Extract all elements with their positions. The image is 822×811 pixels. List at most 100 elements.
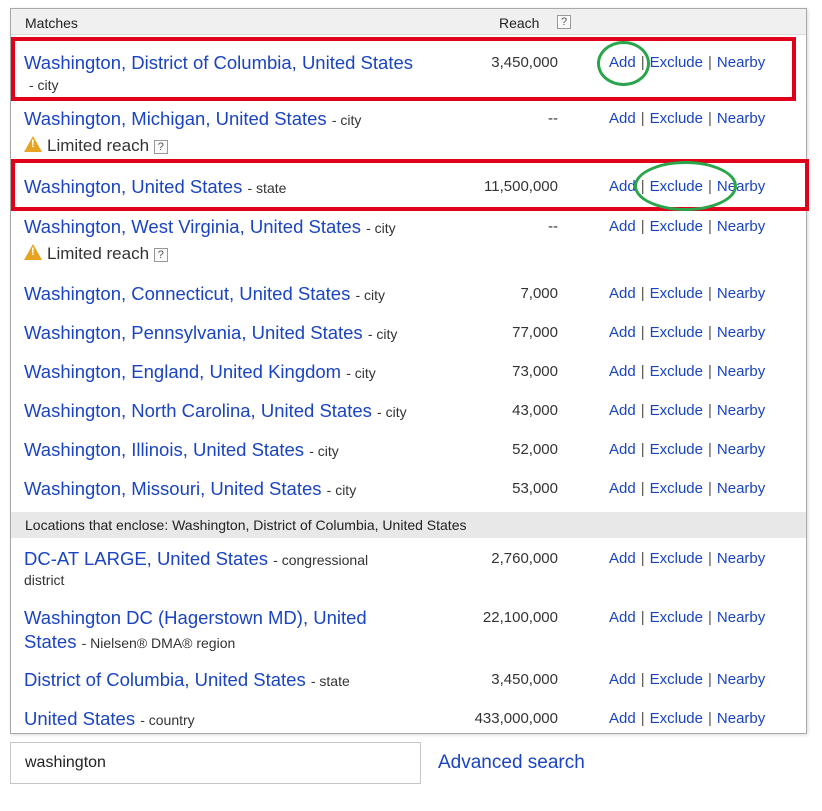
action-separator: | xyxy=(707,480,712,497)
location-link[interactable]: DC-AT LARGE, United States - congression… xyxy=(24,547,464,572)
exclude-link[interactable]: Exclude xyxy=(650,710,703,727)
location-name[interactable]: Washington, Connecticut, United States xyxy=(24,283,350,304)
limited-reach-help-icon[interactable]: ? xyxy=(153,139,168,154)
add-link[interactable]: Add xyxy=(609,480,636,497)
highlight-box-dc-city xyxy=(11,37,796,101)
enclosing-row: Washington DC (Hagerstown MD), United St… xyxy=(11,606,806,660)
location-link[interactable]: Washington, Connecticut, United States -… xyxy=(24,282,464,307)
row-actions: Add | Exclude | Nearby xyxy=(609,671,765,688)
row-actions: Add | Exclude | Nearby xyxy=(609,441,765,458)
match-row: Washington, Missouri, United States - ci… xyxy=(11,477,806,511)
nearby-link[interactable]: Nearby xyxy=(717,480,765,497)
action-separator: | xyxy=(707,441,712,458)
location-matches-panel: Matches Reach ? Washington, District of … xyxy=(10,8,807,734)
location-link[interactable]: Washington, Missouri, United States - ci… xyxy=(24,477,464,502)
nearby-link[interactable]: Nearby xyxy=(717,671,765,688)
location-name[interactable]: Washington, England, United Kingdom xyxy=(24,361,341,382)
add-link[interactable]: Add xyxy=(609,363,636,380)
add-link[interactable]: Add xyxy=(609,671,636,688)
add-link[interactable]: Add xyxy=(609,550,636,567)
add-link[interactable]: Add xyxy=(609,441,636,458)
reach-value: 2,760,000 xyxy=(491,550,558,567)
location-link[interactable]: Washington, Michigan, United States - ci… xyxy=(24,107,464,132)
add-link[interactable]: Add xyxy=(609,218,636,235)
row-actions: Add | Exclude | Nearby xyxy=(609,324,765,341)
enclosing-row: United States - country 433,000,000 Add |… xyxy=(11,707,806,733)
nearby-link[interactable]: Nearby xyxy=(717,609,765,626)
action-separator: | xyxy=(707,671,712,688)
nearby-link[interactable]: Nearby xyxy=(717,110,765,127)
exclude-link[interactable]: Exclude xyxy=(650,480,703,497)
location-name[interactable]: United States xyxy=(24,708,135,729)
action-separator: | xyxy=(640,550,645,567)
nearby-link[interactable]: Nearby xyxy=(717,710,765,727)
location-link[interactable]: Washington, North Carolina, United State… xyxy=(24,399,464,424)
nearby-link[interactable]: Nearby xyxy=(717,550,765,567)
advanced-search-link[interactable]: Advanced search xyxy=(438,752,585,774)
exclude-link[interactable]: Exclude xyxy=(650,218,703,235)
location-link[interactable]: Washington, Pennsylvania, United States … xyxy=(24,321,464,346)
add-link[interactable]: Add xyxy=(609,324,636,341)
add-link[interactable]: Add xyxy=(609,402,636,419)
exclude-link[interactable]: Exclude xyxy=(650,441,703,458)
limited-reach-label: Limited reach xyxy=(47,136,150,155)
add-link[interactable]: Add xyxy=(609,609,636,626)
exclude-link[interactable]: Exclude xyxy=(650,402,703,419)
action-separator: | xyxy=(707,324,712,341)
location-link[interactable]: Washington, West Virginia, United States… xyxy=(24,215,464,240)
location-type: - Nielsen® DMA® region xyxy=(81,635,236,651)
location-name[interactable]: Washington, Pennsylvania, United States xyxy=(24,322,363,343)
nearby-link[interactable]: Nearby xyxy=(717,324,765,341)
row-actions: Add | Exclude | Nearby xyxy=(609,218,765,235)
location-link[interactable]: Washington DC (Hagerstown MD), United St… xyxy=(24,606,464,655)
action-separator: | xyxy=(707,363,712,380)
limited-reach-note: Limited reach ? xyxy=(24,136,168,156)
exclude-link[interactable]: Exclude xyxy=(650,363,703,380)
nearby-link[interactable]: Nearby xyxy=(717,363,765,380)
nearby-link[interactable]: Nearby xyxy=(717,441,765,458)
exclude-link[interactable]: Exclude xyxy=(650,550,703,567)
exclude-link[interactable]: Exclude xyxy=(650,671,703,688)
exclude-link[interactable]: Exclude xyxy=(650,324,703,341)
location-type: - city xyxy=(346,365,376,381)
nearby-link[interactable]: Nearby xyxy=(717,218,765,235)
add-link[interactable]: Add xyxy=(609,285,636,302)
location-link[interactable]: Washington, England, United Kingdom - ci… xyxy=(24,360,464,385)
reach-value: 22,100,000 xyxy=(482,609,558,626)
location-name[interactable]: Washington, Missouri, United States xyxy=(24,478,322,499)
location-link[interactable]: District of Columbia, United States - st… xyxy=(24,668,464,693)
location-name[interactable]: Washington, West Virginia, United States xyxy=(24,216,361,237)
location-name[interactable]: Washington, North Carolina, United State… xyxy=(24,400,372,421)
reach-value: 77,000 xyxy=(512,324,558,341)
row-actions: Add | Exclude | Nearby xyxy=(609,363,765,380)
reach-column-label: Reach xyxy=(499,15,540,31)
location-name-continued[interactable]: States xyxy=(24,631,76,652)
nearby-link[interactable]: Nearby xyxy=(717,402,765,419)
nearby-link[interactable]: Nearby xyxy=(717,285,765,302)
row-actions: Add | Exclude | Nearby xyxy=(609,110,765,127)
location-link[interactable]: Washington, Illinois, United States - ci… xyxy=(24,438,464,463)
row-actions: Add | Exclude | Nearby xyxy=(609,285,765,302)
action-separator: | xyxy=(707,110,712,127)
limited-reach-help-icon[interactable]: ? xyxy=(153,247,168,262)
exclude-link[interactable]: Exclude xyxy=(650,110,703,127)
exclude-link[interactable]: Exclude xyxy=(650,609,703,626)
reach-help-icon[interactable]: ? xyxy=(557,15,571,29)
location-type: - city xyxy=(331,112,362,128)
location-name[interactable]: Washington, Illinois, United States xyxy=(24,439,304,460)
add-link[interactable]: Add xyxy=(609,710,636,727)
reach-value: 433,000,000 xyxy=(474,710,558,727)
exclude-link[interactable]: Exclude xyxy=(650,285,703,302)
location-link[interactable]: United States - country xyxy=(24,707,464,732)
location-name[interactable]: Washington, Michigan, United States xyxy=(24,108,327,129)
limited-reach-note: Limited reach ? xyxy=(24,244,168,264)
location-name[interactable]: District of Columbia, United States xyxy=(24,669,306,690)
reach-value: 3,450,000 xyxy=(491,671,558,688)
row-actions: Add | Exclude | Nearby xyxy=(609,550,765,567)
action-separator: | xyxy=(707,710,712,727)
location-name[interactable]: DC-AT LARGE, United States xyxy=(24,548,268,569)
location-name[interactable]: Washington DC (Hagerstown MD), United xyxy=(24,607,367,628)
location-type-continued: district xyxy=(24,572,65,588)
location-search-input[interactable]: washington xyxy=(10,742,421,784)
add-link[interactable]: Add xyxy=(609,110,636,127)
